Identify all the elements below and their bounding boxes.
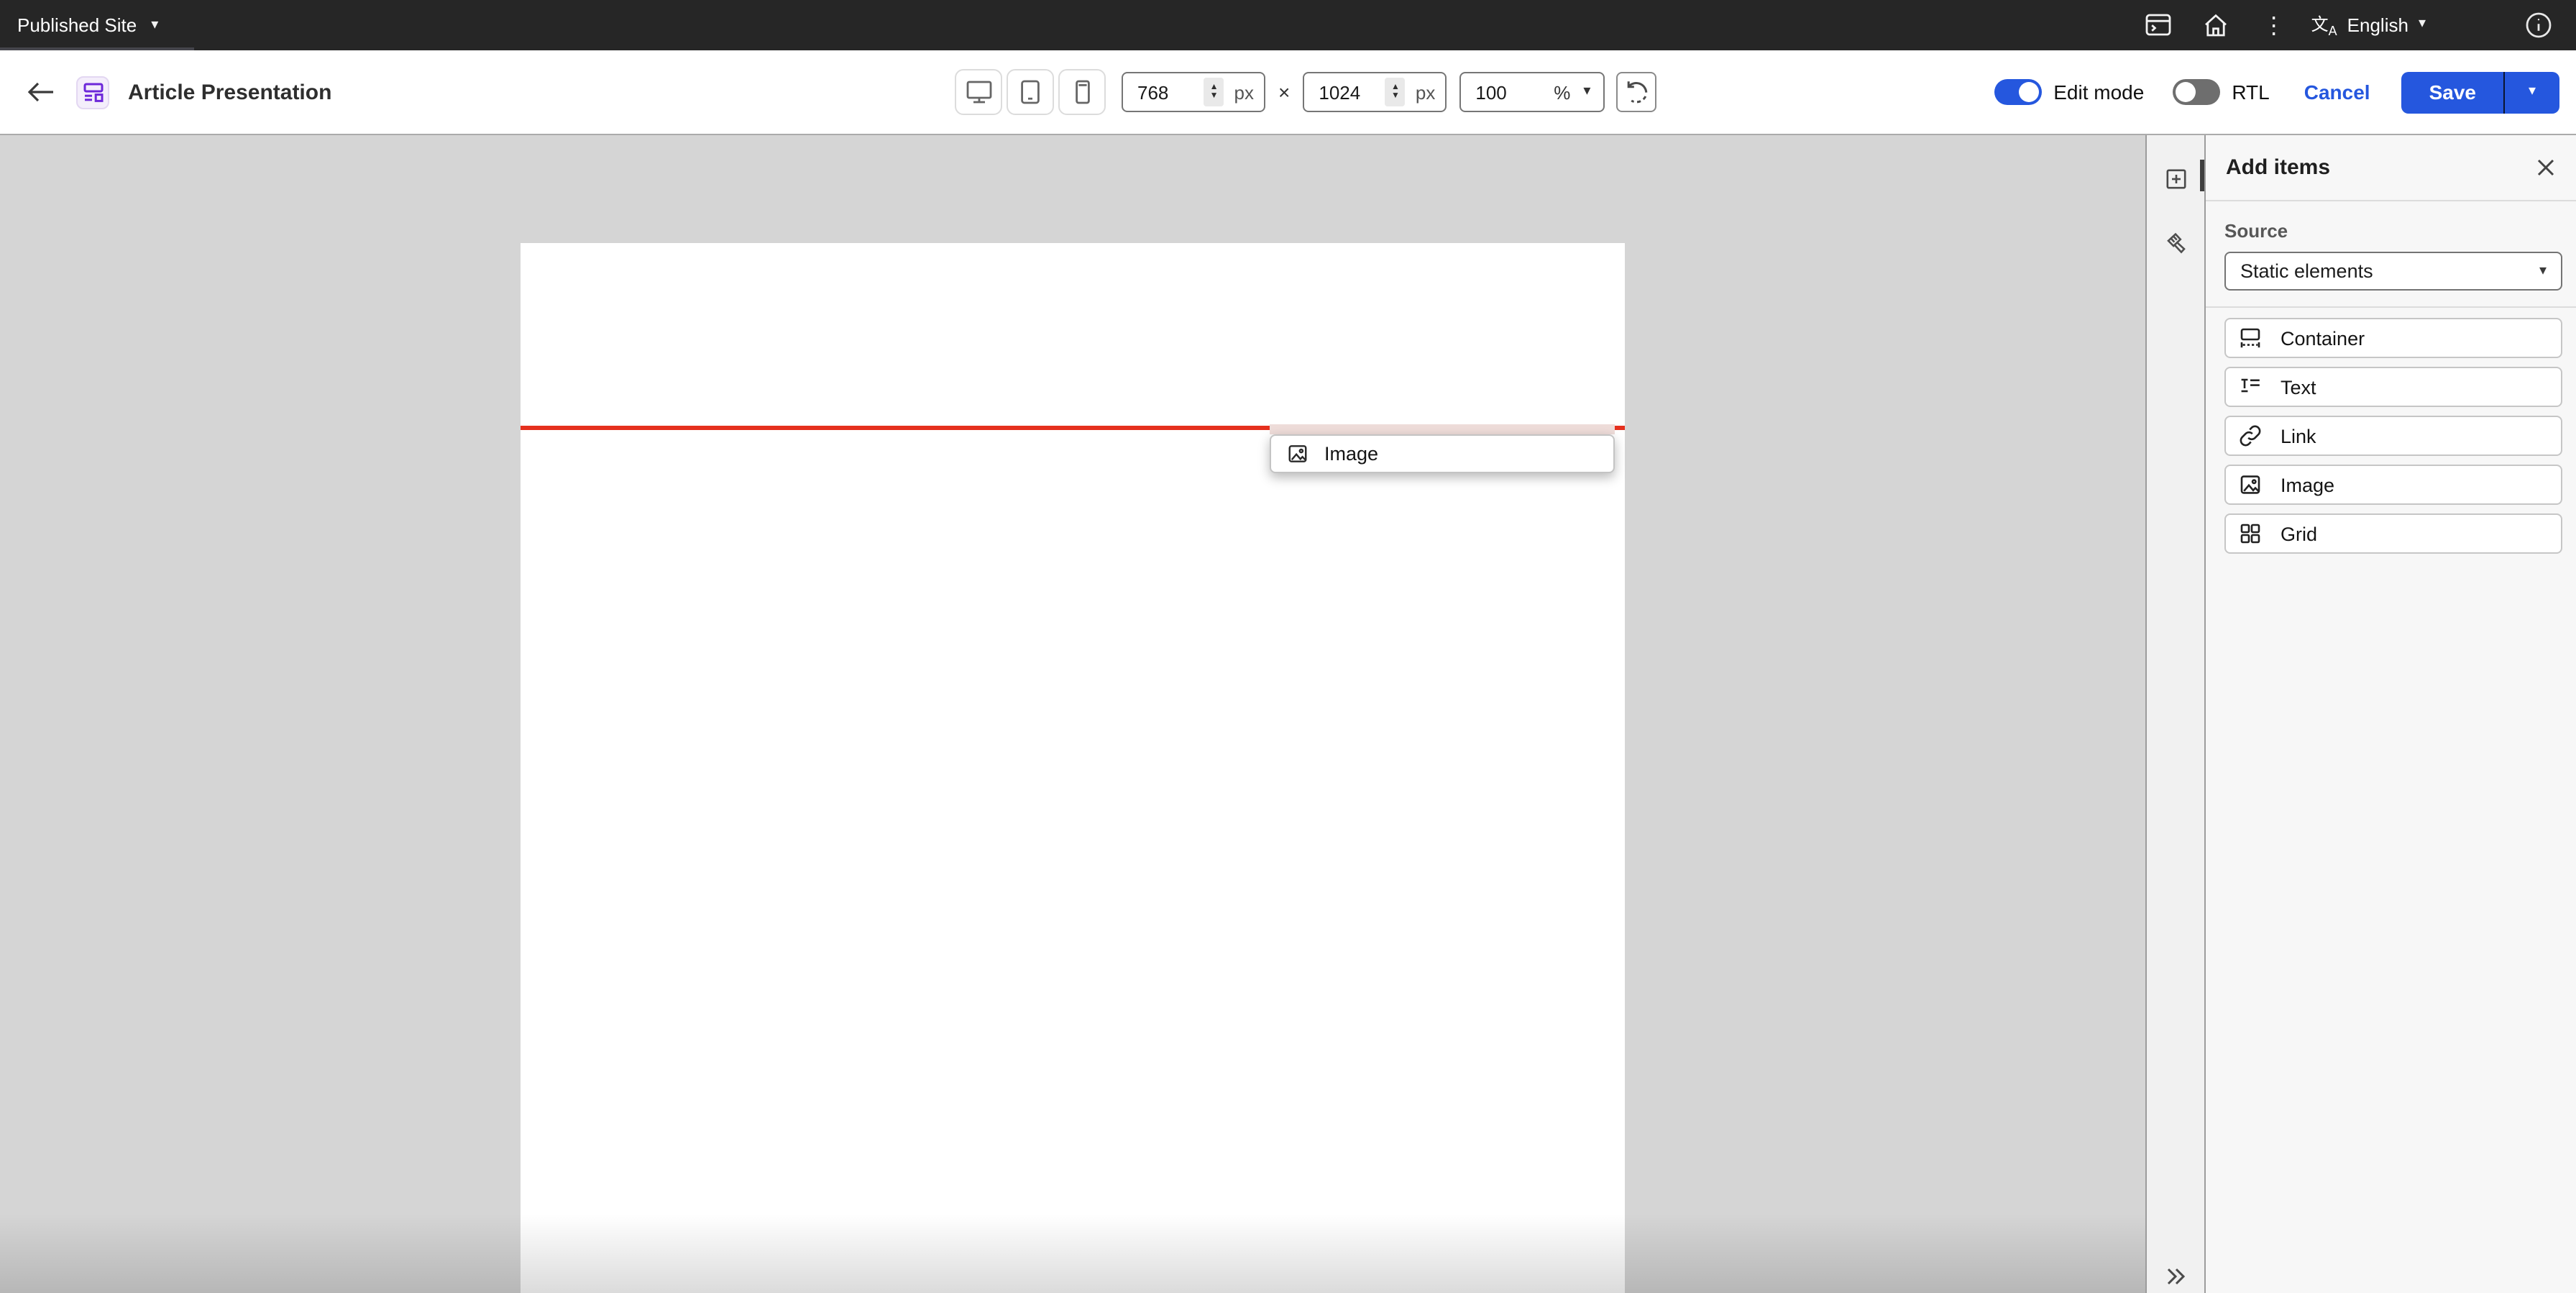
grid-icon [2240,524,2260,544]
chevron-down-icon: ▾ [1583,83,1591,99]
save-button[interactable]: Save [2401,71,2503,113]
source-select-value: Static elements [2240,260,2373,282]
element-image-button[interactable]: Image [2224,465,2562,505]
edit-mode-label: Edit mode [2053,81,2145,104]
zoom-value: 100 [1475,81,1507,103]
viewport-width-field[interactable]: ▲▼ px [1122,72,1265,112]
editor-toolbar: Article Presentation 768 ▲ ▼ px × 1024 ▲… [0,50,2576,135]
width-unit-label: px [1234,81,1254,103]
cancel-button[interactable]: Cancel [2304,81,2370,104]
rtl-toggle[interactable] [2173,79,2221,105]
element-grid-button[interactable]: Grid [2224,513,2562,554]
collapse-panel-button[interactable] [2165,1267,2186,1286]
toolbar-left: Article Presentation [0,75,331,109]
presentation-asset-icon [76,76,109,109]
chevron-down-icon: ▾ [151,17,159,32]
link-icon [2240,425,2261,447]
panel-title: Add items [2226,155,2331,180]
kebab-menu-icon[interactable]: ⋮ [2257,8,2291,42]
height-unit-label: px [1415,81,1436,103]
top-bar: Published Site ▾ ⋮ 文A English ▾ [0,0,2576,50]
element-text-button[interactable]: Text [2224,367,2562,407]
styles-brush-tab-button[interactable] [2157,224,2194,262]
edit-mode-toggle[interactable] [1994,79,2043,105]
source-label: Source [2224,220,2288,242]
published-site-label: Published Site [17,14,137,36]
zoom-select[interactable]: 100 % ▾ [1459,72,1605,112]
panel-divider [2206,306,2576,308]
page-surface[interactable]: Image [521,242,1625,1293]
toolbar-right: Edit mode RTL Cancel Save ▾ [1994,50,2559,134]
back-arrow-button[interactable] [23,75,58,109]
dragged-element-label: Image [1324,442,1379,464]
dragged-image-element[interactable]: Image [1270,434,1615,472]
source-select[interactable]: Static elements ▾ [2224,252,2562,291]
active-tab-indicator [2200,160,2204,191]
element-list: Container Text Link Image Grid [2224,318,2562,554]
device-toggle-group [955,69,1106,115]
save-options-button[interactable]: ▾ [2503,71,2559,113]
zoom-unit-label: % [1554,81,1571,103]
editor-content: Image Add items Source Static elements ▾… [0,135,2576,1293]
save-split-button: Save ▾ [2401,71,2559,113]
translate-icon: 文A [2311,14,2337,39]
console-window-icon[interactable] [2142,8,2176,42]
close-icon[interactable] [2536,158,2555,177]
add-items-tab-button[interactable] [2157,160,2194,197]
language-label: English [2347,14,2408,36]
element-link-button[interactable]: Link [2224,416,2562,456]
home-icon[interactable] [2199,8,2234,42]
preview-canvas[interactable]: Image [0,135,2145,1293]
panel-header: Add items [2206,135,2576,201]
page-title: Article Presentation [128,80,332,104]
info-icon[interactable] [2521,8,2555,42]
app-window: Published Site ▾ ⋮ 文A English ▾ Article … [0,0,2576,1293]
device-mobile-button[interactable] [1058,69,1106,115]
chevron-down-icon: ▾ [2528,83,2536,99]
language-selector[interactable]: 文A English ▾ [2311,12,2426,39]
height-stepper[interactable]: ▲ ▼ [1385,78,1406,106]
rtl-label: RTL [2232,81,2270,104]
dimensions-times-separator: × [1278,81,1291,104]
drop-indicator-highlight [1270,424,1615,434]
width-stepper[interactable]: ▲ ▼ [1204,78,1224,106]
device-tablet-button[interactable] [1007,69,1054,115]
panel-rail [2145,135,2206,1293]
device-desktop-button[interactable] [955,69,1002,115]
chevron-down-icon: ▾ [2418,16,2426,32]
topbar-actions: ⋮ 文A English ▾ [2142,8,2576,42]
viewport-height-field[interactable]: ▲▼ px [1303,72,1447,112]
text-icon [2241,378,2260,393]
viewport-width-input[interactable] [1137,81,1186,103]
viewport-height-input[interactable] [1319,81,1368,103]
panel-body: Source Static elements ▾ Container Text … [2206,201,2576,554]
add-items-panel: Add items Source Static elements ▾ Conta… [2206,135,2576,1293]
rotate-viewport-button[interactable] [1616,72,1657,112]
image-icon [2240,475,2260,494]
container-icon [2240,328,2260,348]
viewport-controls: ▲▼ px × ▲▼ px 100 % ▾ [955,50,1657,134]
published-site-dropdown[interactable]: Published Site ▾ [0,0,175,50]
element-container-button[interactable]: Container [2224,318,2562,358]
chevron-down-icon: ▾ [2539,262,2547,278]
